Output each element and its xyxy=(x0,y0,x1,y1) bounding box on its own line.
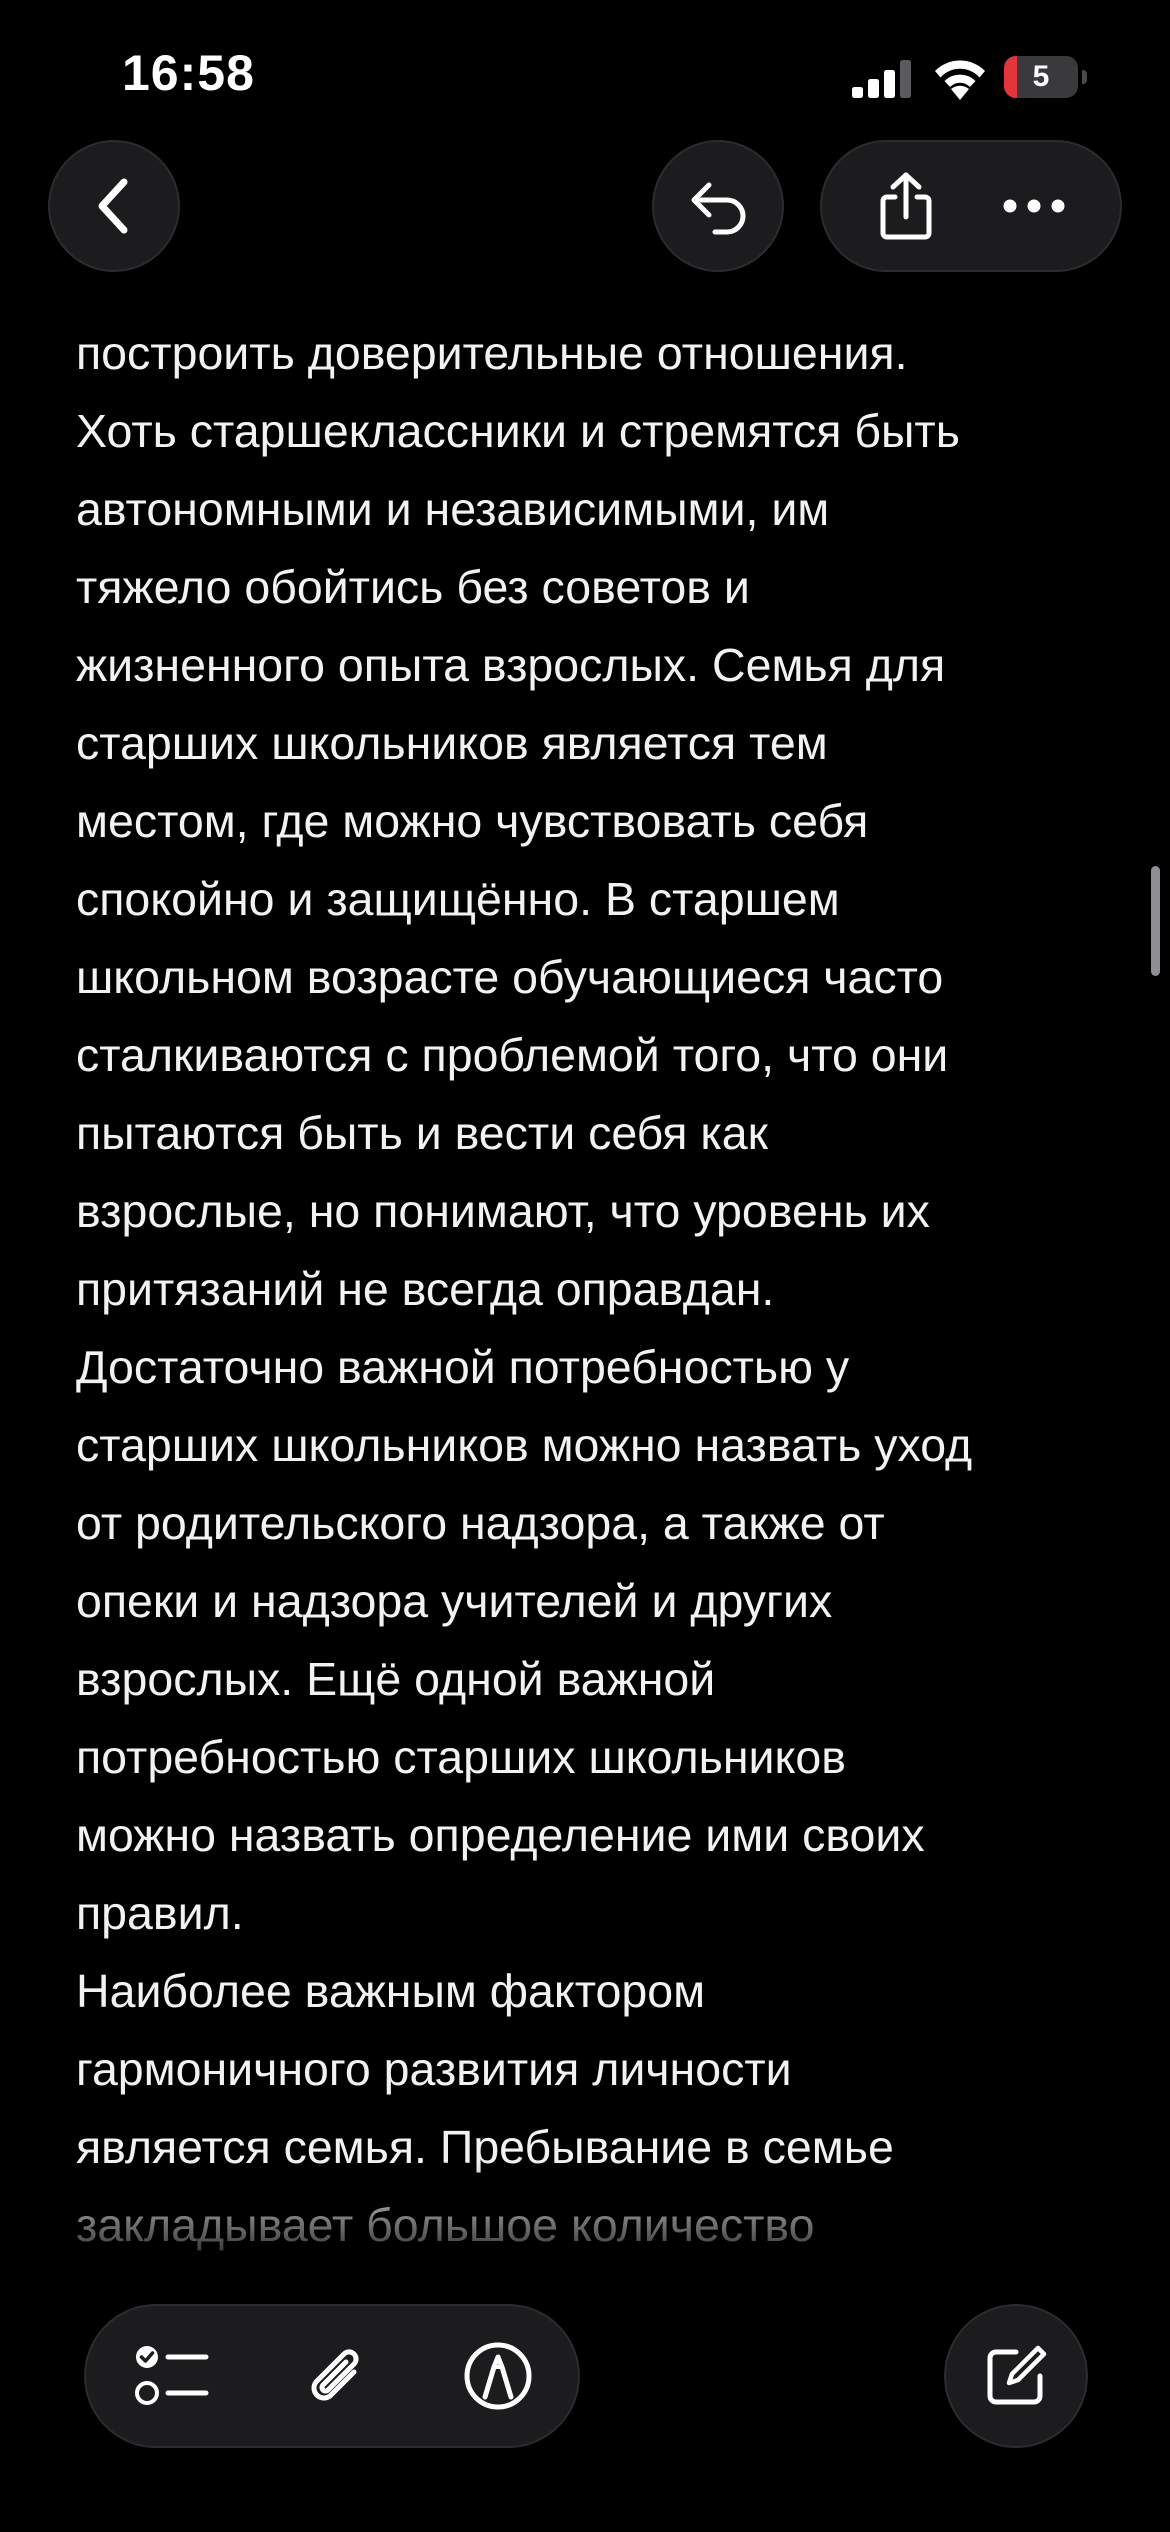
note-line: притязаний не всегда оправдан. xyxy=(76,1263,775,1315)
note-line: местом, где можно чувствовать себя xyxy=(76,795,869,847)
note-line: сталкиваются с проблемой того, что они xyxy=(76,1029,949,1081)
new-note-button[interactable] xyxy=(944,2304,1088,2448)
note-line: является семья. Пребывание в семье xyxy=(76,2121,894,2173)
share-button[interactable] xyxy=(862,162,950,250)
note-line: правил. xyxy=(76,1887,244,1939)
status-bar: 16:58 5 xyxy=(0,0,1170,150)
back-button[interactable] xyxy=(48,140,180,272)
more-icon xyxy=(1003,199,1065,213)
note-line: можно назвать определение ими своих xyxy=(76,1809,925,1861)
battery-level: 5 xyxy=(1032,60,1050,93)
wifi-icon xyxy=(935,60,985,100)
bottom-toolbar xyxy=(84,2304,580,2448)
note-line: построить доверительные отношения. xyxy=(76,327,908,379)
note-line: старших школьников является тем xyxy=(76,717,828,769)
undo-icon xyxy=(691,182,746,235)
undo-button[interactable] xyxy=(652,140,784,272)
note-line: закладывает большое количество xyxy=(76,2199,815,2251)
battery-nub xyxy=(1082,70,1087,84)
note-line: гармоничного развития личности xyxy=(76,2043,792,2095)
note-line: Наиболее важным фактором xyxy=(76,1965,706,2017)
chevron-left-icon xyxy=(98,178,128,234)
checklist-button[interactable] xyxy=(128,2332,216,2420)
more-button[interactable] xyxy=(990,162,1078,250)
battery-body: 5 xyxy=(1004,56,1078,98)
note-line: от родительского надзора, а также от xyxy=(76,1497,885,1549)
markup-button[interactable] xyxy=(454,2332,542,2420)
status-time: 16:58 xyxy=(122,45,255,101)
note-line: Хоть старшеклассники и стремятся быть xyxy=(76,405,960,457)
note-line: пытаются быть и вести себя как xyxy=(76,1107,768,1159)
note-editor[interactable]: построить доверительные отношения. Хоть с… xyxy=(0,290,1170,2280)
note-actions-group xyxy=(820,140,1122,272)
scroll-indicator[interactable] xyxy=(1151,866,1160,976)
note-line: потребностью старших школьников xyxy=(76,1731,846,1783)
note-line: школьном возрасте обучающиеся часто xyxy=(76,951,944,1003)
share-icon xyxy=(880,172,932,240)
note-line: спокойно и защищённо. В старшем xyxy=(76,873,840,925)
note-line: автономными и независимыми, им xyxy=(76,483,830,535)
compose-icon xyxy=(987,2345,1047,2405)
battery-icon: 5 xyxy=(1004,56,1087,98)
note-line: старших школьников можно назвать уход xyxy=(76,1419,973,1471)
note-line: взрослых. Ещё одной важной xyxy=(76,1653,716,1705)
note-line: Достаточно важной потребностью у xyxy=(76,1341,850,1393)
note-line: опеки и надзора учителей и других xyxy=(76,1575,833,1627)
note-line: жизненного опыта взрослых. Семья для xyxy=(76,639,946,691)
attachment-button[interactable] xyxy=(291,2332,379,2420)
paperclip-icon xyxy=(311,2349,359,2401)
note-line: тяжело обойтись без советов и xyxy=(76,561,750,613)
markup-pen-icon xyxy=(464,2342,532,2410)
cellular-signal-icon xyxy=(852,60,911,98)
note-line: взрослые, но понимают, что уровень их xyxy=(76,1185,930,1237)
checklist-icon xyxy=(135,2346,209,2405)
note-body[interactable]: построить доверительные отношения. Хоть с… xyxy=(76,314,1106,2264)
